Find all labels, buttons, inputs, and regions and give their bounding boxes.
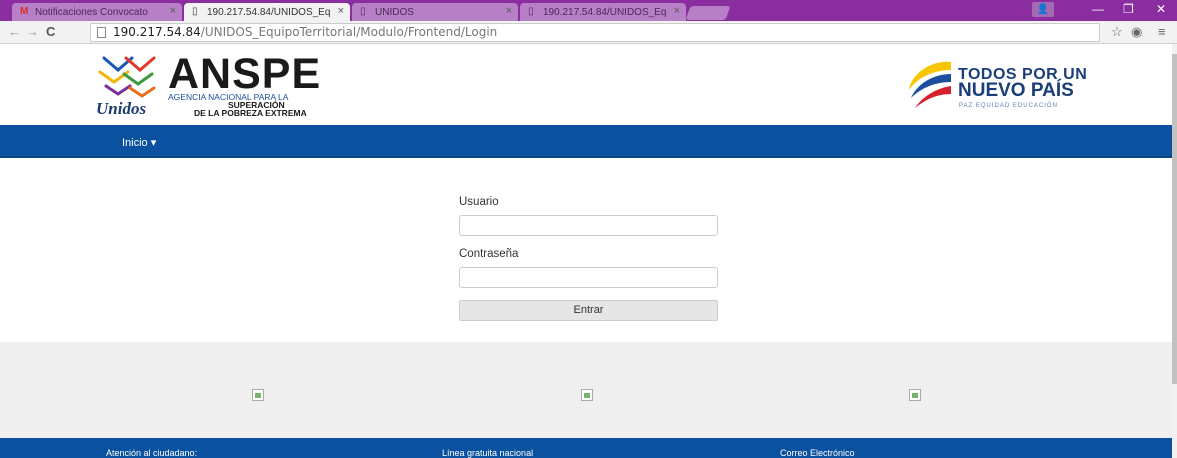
tab-label: Notificaciones Convocato [35,6,148,18]
usuario-label: Usuario [459,196,499,208]
menu-icon[interactable]: ≡ [1158,24,1166,39]
page-icon: ▯ [192,6,198,17]
page-scrollbar[interactable] [1172,44,1177,458]
browser-tab-bar: M Notificaciones Convocato × ▯ 190.217.5… [0,0,1177,21]
anspe-logo[interactable]: ANSPE AGENCIA NACIONAL PARA LA SUPERACIÓ… [96,50,321,122]
bookmark-star-icon[interactable]: ☆ [1111,24,1123,40]
restore-icon[interactable]: ❐ [1123,2,1134,16]
tab-label: 190.217.54.84/UNIDOS_Eq [207,6,331,18]
contrasena-input[interactable] [459,267,718,288]
broken-image-icon[interactable] [909,389,921,401]
tab-label: UNIDOS [375,6,414,18]
browser-tab-unidos[interactable]: ▯ UNIDOS × [352,3,518,21]
address-bar[interactable]: 190.217.54.84/UNIDOS_EquipoTerritorial/M… [90,23,1100,42]
back-icon[interactable]: ← [8,24,21,39]
broken-image-icon[interactable] [252,389,264,401]
browser-toolbar: ← → C 190.217.54.84/UNIDOS_EquipoTerrito… [0,21,1177,44]
colombia-flag-swoosh-icon [909,61,951,108]
browser-tab-gmail[interactable]: M Notificaciones Convocato × [12,3,182,21]
unidos-wordmark: Unidos [96,99,147,118]
url-path: /UNIDOS_EquipoTerritorial/Modulo/Fronten… [200,25,498,39]
footer-correo: Correo Electrónico [780,448,855,458]
usuario-input[interactable] [459,215,718,236]
tab-close-icon[interactable]: × [674,5,680,17]
todos-line-2: NUEVO PAÍS [958,80,1074,101]
todos-line-3: PAZ EQUIDAD EDUCACIÓN [959,103,1058,109]
people-logo-icon [98,56,156,98]
tab-close-icon[interactable]: × [506,5,512,17]
tab-close-icon[interactable]: × [170,5,176,17]
entrar-button[interactable]: Entrar [459,300,718,321]
page-header: ANSPE AGENCIA NACIONAL PARA LA SUPERACIÓ… [0,44,1172,125]
forward-icon[interactable]: → [26,24,39,39]
page-icon [97,27,106,38]
new-tab-button[interactable] [685,6,731,20]
page-icon: ▯ [360,6,366,17]
profile-icon[interactable]: 👤 [1032,2,1054,17]
browser-tab-active[interactable]: ▯ 190.217.54.84/UNIDOS_Eq × [184,3,350,21]
anspe-subtitle-3: DE LA POBREZA EXTREMA [194,108,307,118]
partners-band [0,342,1172,438]
todos-por-un-nuevo-pais-logo[interactable]: TODOS POR UN NUEVO PAÍS PAZ EQUIDAD EDUC… [903,56,1103,116]
nav-inicio-dropdown[interactable]: Inicio ▾ [122,136,156,149]
browser-tab-4[interactable]: ▯ 190.217.54.84/UNIDOS_Eq × [520,3,686,21]
minimize-icon[interactable]: — [1092,2,1104,16]
gmail-icon: M [20,6,29,17]
contrasena-label: Contraseña [459,248,519,260]
extension-icon[interactable]: ◉ [1131,24,1142,40]
scroll-thumb[interactable] [1172,54,1177,384]
tab-label: 190.217.54.84/UNIDOS_Eq [543,6,667,18]
url-host: 190.217.54.84 [113,25,201,39]
close-window-icon[interactable]: ✕ [1156,2,1166,16]
login-form: Usuario Contraseña Entrar [459,196,719,321]
page-footer: Atención al ciudadano: Línea gratuita na… [0,438,1172,458]
footer-atencion: Atención al ciudadano: [106,448,198,458]
main-navbar: Inicio ▾ [0,125,1172,158]
broken-image-icon[interactable] [581,389,593,401]
reload-icon[interactable]: C [46,24,55,39]
tab-close-icon[interactable]: × [338,5,344,17]
footer-linea: Línea gratuita nacional [442,448,534,458]
page-icon: ▯ [528,6,534,17]
